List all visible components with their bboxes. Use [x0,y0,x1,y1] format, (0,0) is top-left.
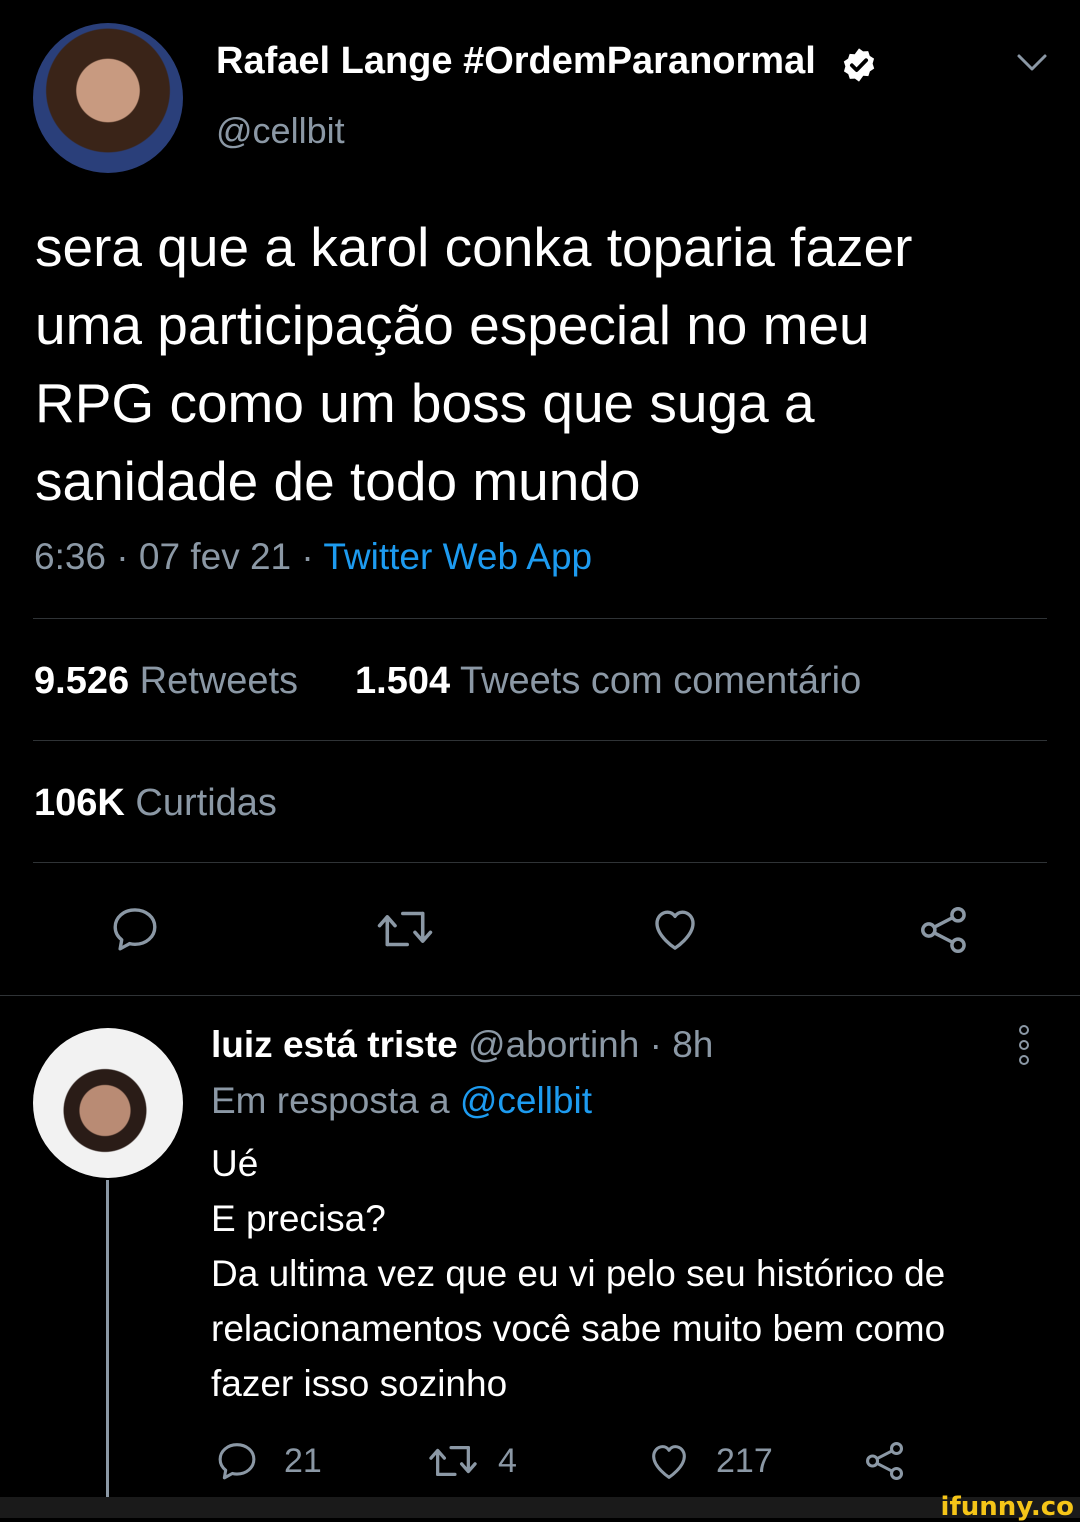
divider [33,862,1047,863]
author-name[interactable]: Rafael Lange #OrdemParanormal [216,40,816,83]
tweet-text-line: sanidade de todo mundo [35,450,641,512]
watermark-bar [0,1497,1080,1518]
retweet-icon[interactable] [374,902,436,956]
like-icon[interactable] [648,902,702,956]
reply-author-handle[interactable]: @abortinh [468,1024,639,1065]
reply-count: 21 [284,1442,322,1480]
retweets-stat[interactable]: 9.526 Retweets [34,660,298,703]
reply-author-avatar[interactable] [33,1028,183,1178]
author-avatar[interactable] [33,23,183,173]
likes-stat[interactable]: 106K Curtidas [34,782,277,825]
reply-text-line: E precisa? [211,1198,386,1239]
like-icon[interactable] [646,1438,692,1484]
meta-separator: · [116,536,129,577]
tweet-text-line: sera que a karol conka toparia fazer [35,216,913,278]
reply-text-line: Ué [211,1143,259,1184]
share-icon[interactable] [862,1438,908,1484]
thread-line [106,1180,109,1497]
tweet-meta: 6:36 · 07 fev 21 · Twitter Web App [34,536,592,578]
share-icon[interactable] [916,902,972,958]
in-reply-to: Em resposta a @cellbit [211,1080,592,1122]
reply-icon[interactable] [108,902,162,956]
likes-count: 106K [34,782,125,824]
meta-separator: · [301,536,314,577]
retweet-count: 4 [498,1442,517,1480]
reply-text-line: relacionamentos você sabe muito bem como [211,1308,946,1349]
retweet-icon[interactable] [426,1438,480,1484]
reply-text-line: fazer isso sozinho [211,1363,508,1404]
reply-text-line: Da ultima vez que eu vi pelo seu históri… [211,1253,946,1294]
quotes-count: 1.504 [355,660,451,702]
retweets-count: 9.526 [34,660,130,702]
reply-icon[interactable] [214,1438,260,1484]
reply-header: luiz está triste @abortinh · 8h [211,1024,713,1066]
tweet-date[interactable]: 07 fev 21 [139,536,291,577]
divider [33,740,1047,741]
more-vertical-icon[interactable] [1012,1024,1036,1066]
tweet-text-line: RPG como um boss que suga a [35,372,815,434]
retweets-label: Retweets [139,660,299,702]
quotes-label: Tweets com comentário [459,660,862,702]
like-count: 217 [716,1442,773,1480]
tweet-text-line: uma participação especial no meu [35,294,870,356]
tweet-time[interactable]: 6:36 [34,536,106,577]
reply-author-name[interactable]: luiz está triste [211,1024,458,1065]
chevron-down-icon[interactable] [1015,50,1049,76]
in-reply-handle-link[interactable]: @cellbit [460,1080,592,1121]
in-reply-prefix: Em resposta a [211,1080,450,1121]
reply-text: Ué E precisa? Da ultima vez que eu vi pe… [211,1136,945,1411]
reply-time[interactable]: 8h [672,1024,713,1065]
author-handle[interactable]: @cellbit [216,110,345,152]
tweet-text: sera que a karol conka toparia fazer uma… [35,208,1045,520]
quotes-stat[interactable]: 1.504 Tweets com comentário [355,660,861,703]
tweet-source-link[interactable]: Twitter Web App [323,536,592,577]
reply-meta-separator: · [649,1024,662,1065]
divider [0,995,1080,996]
verified-badge-icon [843,48,875,82]
likes-label: Curtidas [135,782,277,824]
divider [33,618,1047,619]
